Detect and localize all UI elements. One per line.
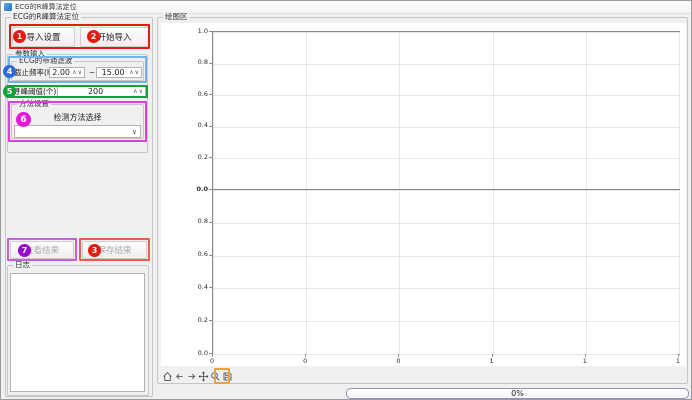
y-tick-mark: [209, 157, 212, 158]
y-tick-label: 0.6: [188, 91, 208, 98]
x-tick-label: 0: [295, 358, 315, 365]
x-tick-mark: [305, 354, 306, 357]
y-tick-label: 0.8: [188, 218, 208, 225]
spin-up-icon[interactable]: ∧: [72, 70, 76, 76]
y-tick-mark: [209, 126, 212, 127]
spin-down-icon[interactable]: ∨: [139, 89, 143, 95]
gridline-vertical: [399, 190, 400, 354]
progress-value: 0%: [511, 389, 524, 398]
gridline-horizontal: [213, 95, 679, 96]
x-tick-label: 1: [482, 358, 502, 365]
window-title: ECG的R峰算法定位: [15, 2, 77, 12]
x-tick-label: 1: [575, 358, 595, 365]
y-tick-mark: [209, 255, 212, 256]
cutoff-low-value: 2.00: [50, 69, 72, 77]
y-tick-label: 0.6: [188, 251, 208, 258]
save-results-button[interactable]: 保存结果: [82, 241, 147, 259]
y-tick-label: 1.0: [188, 28, 208, 35]
cutoff-low-spinbox[interactable]: 2.00 ∧∨: [49, 67, 85, 78]
gridline-vertical: [306, 190, 307, 354]
spin-down-icon[interactable]: ∨: [78, 70, 82, 76]
gridline-vertical: [213, 32, 214, 190]
x-tick-mark: [585, 354, 586, 357]
bandpass-group-label: ECG的带通滤波: [17, 56, 74, 66]
y-tick-label: 0.2: [188, 154, 208, 161]
plot-group-label: 绘图区: [163, 12, 190, 22]
x-tick-label: 1: [668, 358, 688, 365]
plot-toolbar: [162, 370, 233, 382]
app-icon: [4, 3, 12, 11]
forward-arrow-icon[interactable]: [186, 370, 197, 382]
x-tick-mark: [398, 354, 399, 357]
method-select-label: 检测方法选择: [12, 112, 143, 123]
y-tick-label: 0.4: [188, 122, 208, 129]
titlebar[interactable]: ECG的R峰算法定位: [1, 1, 691, 14]
subplot-2-axes[interactable]: [212, 189, 680, 355]
y-tick-label: 0.4: [188, 284, 208, 291]
gridline-horizontal: [213, 32, 679, 33]
subplot-1-axes[interactable]: [212, 31, 680, 191]
figure-canvas[interactable]: 1.00.80.60.40.20.00.80.60.40.20.0000111: [161, 23, 686, 366]
view-results-button[interactable]: 查看结果: [10, 241, 74, 259]
gridline-horizontal: [213, 288, 679, 289]
gridline-horizontal: [213, 256, 679, 257]
x-tick-mark: [678, 354, 679, 357]
gridline-horizontal: [213, 321, 679, 322]
method-group-label: 方法设置: [17, 99, 51, 109]
method-combobox[interactable]: ∨: [14, 125, 141, 138]
log-group-label: 日志: [13, 260, 32, 270]
gridline-vertical: [586, 32, 587, 190]
gridline-vertical: [213, 190, 214, 354]
pan-icon[interactable]: [198, 370, 209, 382]
gridline-vertical: [679, 32, 680, 190]
y-tick-mark: [209, 320, 212, 321]
log-textarea[interactable]: [10, 273, 145, 392]
peak-threshold-spinbox[interactable]: 200 ∧∨: [57, 86, 146, 97]
y-tick-mark: [209, 287, 212, 288]
x-tick-mark: [492, 354, 493, 357]
y-tick-label: 0.0: [188, 186, 208, 193]
gridline-horizontal: [213, 64, 679, 65]
x-tick-label: 0: [388, 358, 408, 365]
app-window: ECG的R峰算法定位 ECG的R峰算法定位 导入设置 开始导入 1 2 参数输入…: [0, 0, 692, 400]
y-tick-mark: [209, 63, 212, 64]
y-tick-label: 0.8: [188, 59, 208, 66]
y-tick-mark: [209, 94, 212, 95]
zoom-icon[interactable]: [210, 370, 221, 382]
gridline-vertical: [679, 190, 680, 354]
spin-up-icon[interactable]: ∧: [133, 89, 137, 95]
gridline-horizontal: [213, 354, 679, 355]
y-tick-label: 0.2: [188, 317, 208, 324]
range-separator: ~: [89, 69, 95, 77]
gridline-vertical: [586, 190, 587, 354]
import-settings-button[interactable]: 导入设置: [12, 27, 75, 47]
gridline-vertical: [306, 32, 307, 190]
main-left-group-label: ECG的R峰算法定位: [11, 12, 81, 22]
y-tick-mark: [209, 31, 212, 32]
y-tick-mark: [209, 222, 212, 223]
gridline-vertical: [493, 32, 494, 190]
chevron-down-icon[interactable]: ∨: [132, 128, 140, 136]
x-tick-label: 0: [202, 358, 222, 365]
x-tick-mark: [212, 354, 213, 357]
gridline-horizontal: [213, 158, 679, 159]
y-tick-label: 0.0: [188, 350, 208, 357]
peak-threshold-label: 寻峰阈值(个): [13, 88, 56, 96]
gridline-horizontal: [213, 190, 679, 191]
gridline-vertical: [399, 32, 400, 190]
start-import-button[interactable]: 开始导入: [80, 27, 149, 47]
cutoff-high-value: 15.00: [97, 69, 129, 77]
save-icon[interactable]: [222, 370, 233, 382]
progress-bar: 0%: [346, 388, 689, 399]
gridline-horizontal: [213, 127, 679, 128]
back-arrow-icon[interactable]: [174, 370, 185, 382]
gridline-vertical: [493, 190, 494, 354]
peak-threshold-value: 200: [58, 88, 133, 96]
cutoff-high-spinbox[interactable]: 15.00 ∧∨: [96, 67, 142, 78]
spin-up-icon[interactable]: ∧: [129, 70, 133, 76]
gridline-horizontal: [213, 223, 679, 224]
home-icon[interactable]: [162, 370, 173, 382]
spin-down-icon[interactable]: ∨: [135, 70, 139, 76]
